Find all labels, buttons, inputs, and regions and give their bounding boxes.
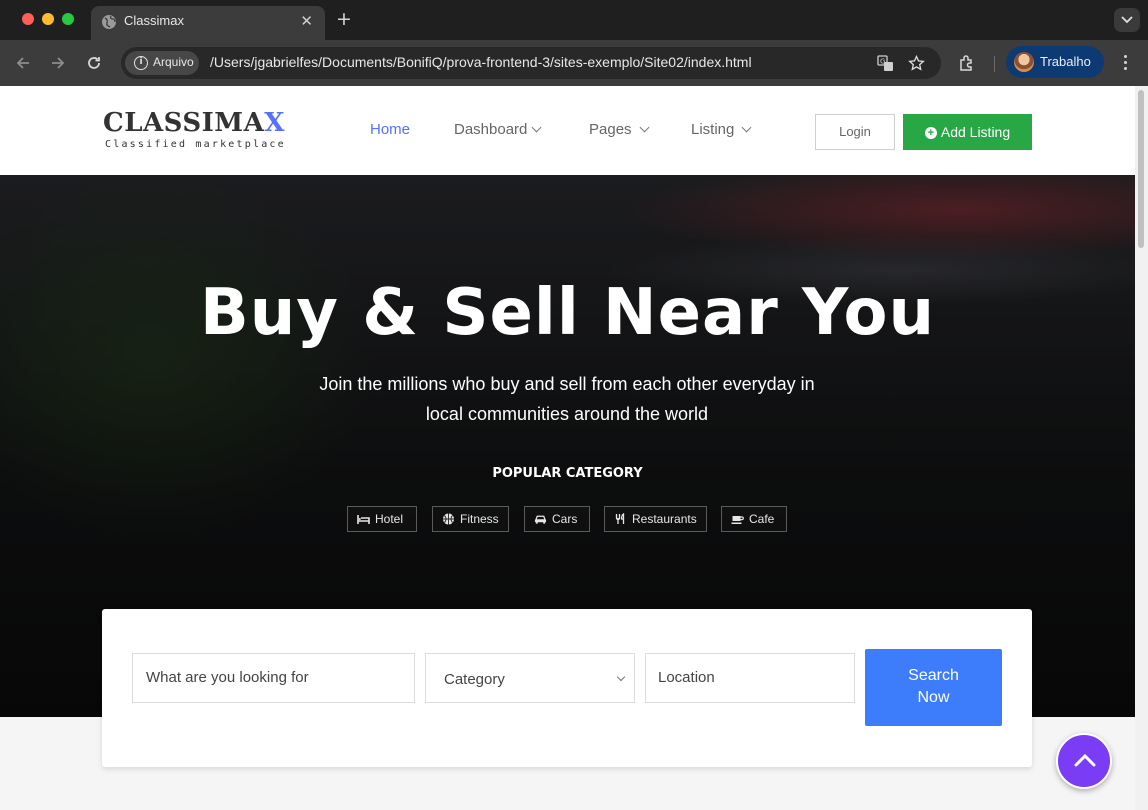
location-input[interactable]: Location (645, 653, 855, 703)
hero-subtitle: Join the millions who buy and sell from … (319, 374, 815, 424)
chevron-down-icon (616, 672, 626, 682)
more-menu-icon[interactable] (1124, 55, 1128, 73)
tab-search-button[interactable] (1114, 8, 1140, 32)
login-button[interactable]: Login (815, 114, 895, 150)
new-tab-icon[interactable]: + (336, 8, 352, 30)
scrollbar-thumb[interactable] (1138, 90, 1144, 248)
back-to-top-button[interactable] (1056, 733, 1112, 789)
chevron-down-icon (639, 122, 649, 133)
minimize-window-button[interactable] (42, 13, 54, 25)
category-cars[interactable]: Cars (524, 506, 590, 532)
maximize-window-button[interactable] (62, 13, 74, 25)
basketball-icon (443, 513, 454, 525)
browser-tab[interactable]: Classimax ✕ (91, 6, 325, 40)
chevron-up-icon (1074, 753, 1096, 767)
cutlery-icon (615, 513, 625, 524)
search-now-button[interactable]: Search Now (865, 649, 1002, 726)
address-bar[interactable]: i Arquivo /Users/jgabrielfes/Documents/B… (121, 47, 941, 79)
translate-icon[interactable]: G (877, 55, 894, 72)
category-select[interactable]: Category (425, 653, 635, 703)
nav-dashboard[interactable]: Dashboard (454, 121, 542, 138)
forward-arrow-icon[interactable] (49, 54, 67, 72)
nav-pages[interactable]: Pages (589, 121, 649, 138)
car-icon (534, 515, 547, 524)
avatar (1014, 52, 1034, 72)
bookmark-star-icon[interactable] (908, 55, 925, 72)
popular-category-heading: POPULAR CATEGORY (492, 466, 643, 481)
chevron-down-icon (1121, 16, 1133, 24)
bed-icon (357, 515, 370, 524)
hero-title: Buy & Sell Near You (199, 276, 936, 350)
nav-home[interactable]: Home (370, 121, 410, 138)
coffee-icon (731, 516, 744, 524)
keyword-search-input[interactable]: What are you looking for (132, 653, 415, 703)
browser-toolbar: i Arquivo /Users/jgabrielfes/Documents/B… (0, 40, 1148, 86)
site-header: CLASSIMAX Classified marketplace Home Da… (0, 86, 1135, 175)
category-restaurants[interactable]: Restaurants (604, 506, 707, 532)
svg-text:G: G (880, 58, 885, 66)
logo-main: CLASSIMA (103, 108, 265, 138)
browser-tab-bar: Classimax ✕ + (0, 0, 1148, 40)
reload-icon[interactable] (85, 54, 103, 72)
logo-tagline: Classified marketplace (105, 139, 286, 150)
profile-button[interactable]: Trabalho (1006, 46, 1104, 78)
close-tab-icon[interactable]: ✕ (300, 12, 313, 30)
logo-accent: X (264, 108, 285, 138)
add-listing-button[interactable]: + Add Listing (903, 114, 1032, 150)
extensions-puzzle-icon[interactable] (958, 54, 976, 72)
category-hotel[interactable]: Hotel (347, 506, 417, 532)
close-window-button[interactable] (22, 13, 34, 25)
security-label: Arquivo (153, 55, 194, 69)
url-text[interactable]: /Users/jgabrielfes/Documents/BonifiQ/pro… (210, 54, 752, 70)
tab-title: Classimax (124, 13, 184, 28)
plus-circle-icon: + (924, 127, 937, 139)
search-card: What are you looking for Category Locati… (102, 609, 1032, 767)
nav-listing[interactable]: Listing (691, 121, 752, 138)
back-arrow-icon[interactable] (14, 54, 32, 72)
info-icon: i (134, 56, 148, 70)
category-cafe[interactable]: Cafe (721, 506, 787, 532)
globe-icon (102, 15, 116, 29)
page-scrollbar[interactable] (1135, 86, 1148, 810)
chevron-down-icon (741, 122, 752, 133)
chevron-down-icon (531, 122, 542, 133)
profile-name: Trabalho (1040, 54, 1091, 69)
page-viewport: CLASSIMAX Classified marketplace Home Da… (0, 86, 1148, 810)
category-fitness[interactable]: Fitness (432, 506, 509, 532)
site-logo[interactable]: CLASSIMAX Classified marketplace (103, 108, 285, 150)
